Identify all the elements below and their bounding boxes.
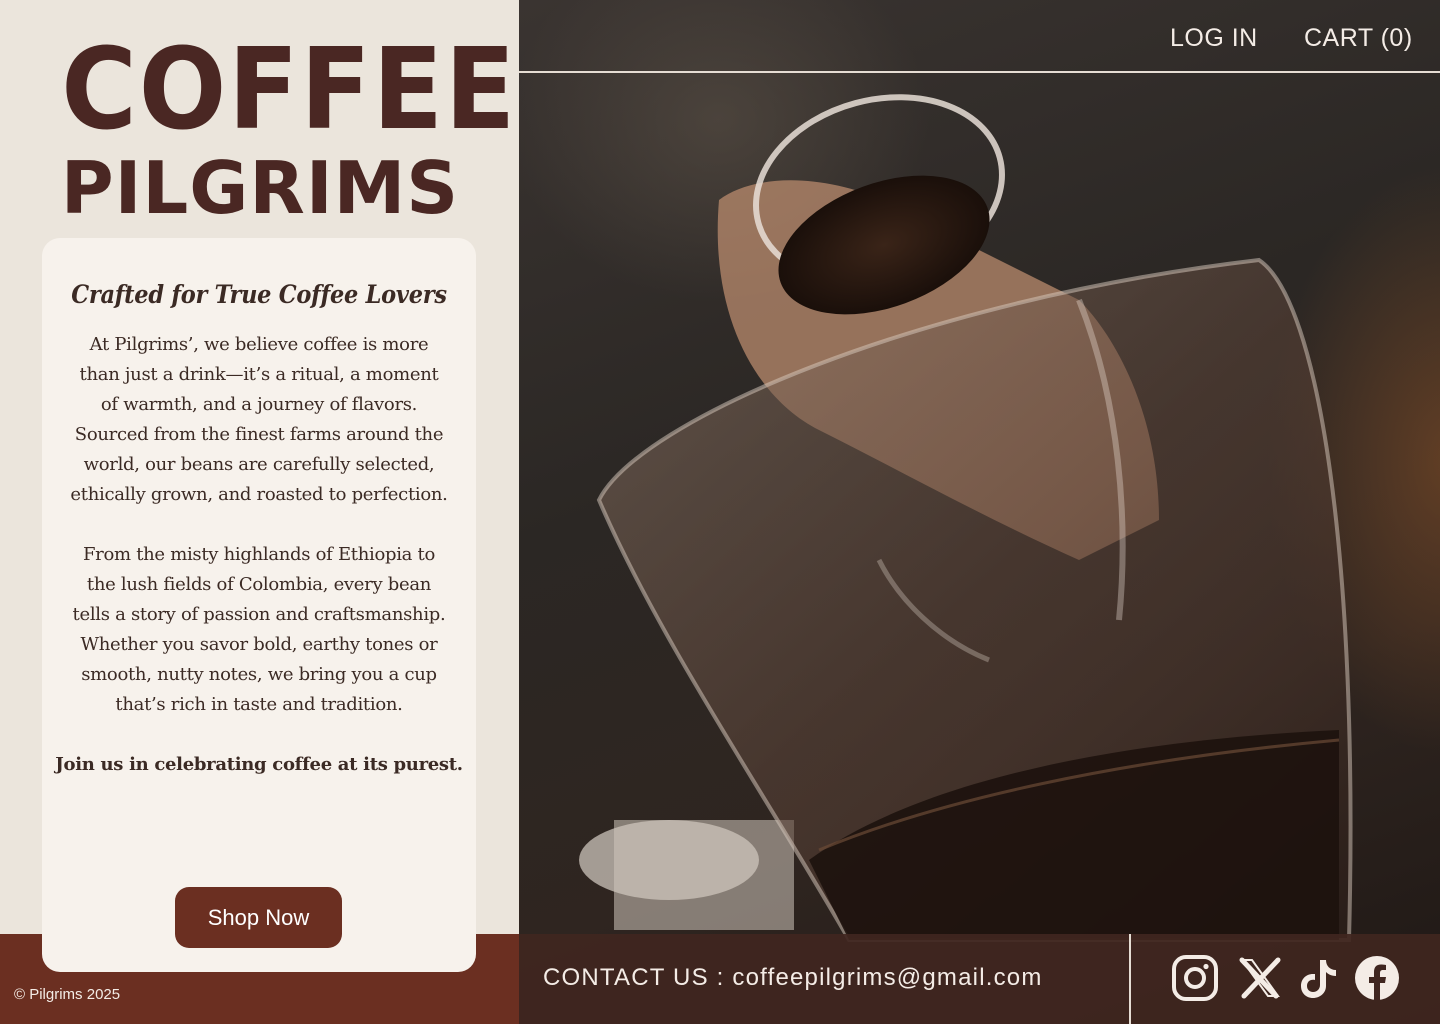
- intro-paragraph-1: At Pilgrims’, we believe coffee is more …: [70, 334, 448, 505]
- cart-link[interactable]: CART (0): [1304, 24, 1413, 53]
- hero-coffee-illustration: [579, 94, 1353, 942]
- intro-heading: Crafted for True Coffee Lovers: [71, 280, 447, 309]
- contact-email[interactable]: CONTACT US : coffeepilgrims@gmail.com: [543, 964, 1043, 992]
- footer-bar: CONTACT US : coffeepilgrims@gmail.com: [519, 934, 1440, 1024]
- logo-line-1: COFFEE: [61, 25, 518, 155]
- footer-divider: [1129, 934, 1131, 1024]
- logo-line-2: PILGRIMS: [60, 146, 460, 230]
- login-link[interactable]: LOG IN: [1170, 24, 1258, 53]
- copyright-text: © Pilgrims 2025: [14, 986, 121, 1003]
- tiktok-icon[interactable]: [1294, 954, 1342, 1002]
- facebook-icon[interactable]: [1353, 954, 1401, 1002]
- brand-logo[interactable]: COFFEE PILGRIMS: [44, 25, 518, 230]
- shop-now-button[interactable]: Shop Now: [175, 887, 342, 948]
- intro-paragraph-2: From the misty highlands of Ethiopia to …: [72, 544, 446, 715]
- top-nav: LOG IN CART (0): [519, 0, 1440, 73]
- intro-card: Crafted for True Coffee Lovers At Pilgri…: [42, 238, 476, 972]
- instagram-icon[interactable]: [1171, 954, 1219, 1002]
- hero-image: [519, 0, 1440, 1024]
- intro-closing: Join us in celebrating coffee at its pur…: [55, 754, 463, 775]
- x-icon[interactable]: [1236, 954, 1284, 1002]
